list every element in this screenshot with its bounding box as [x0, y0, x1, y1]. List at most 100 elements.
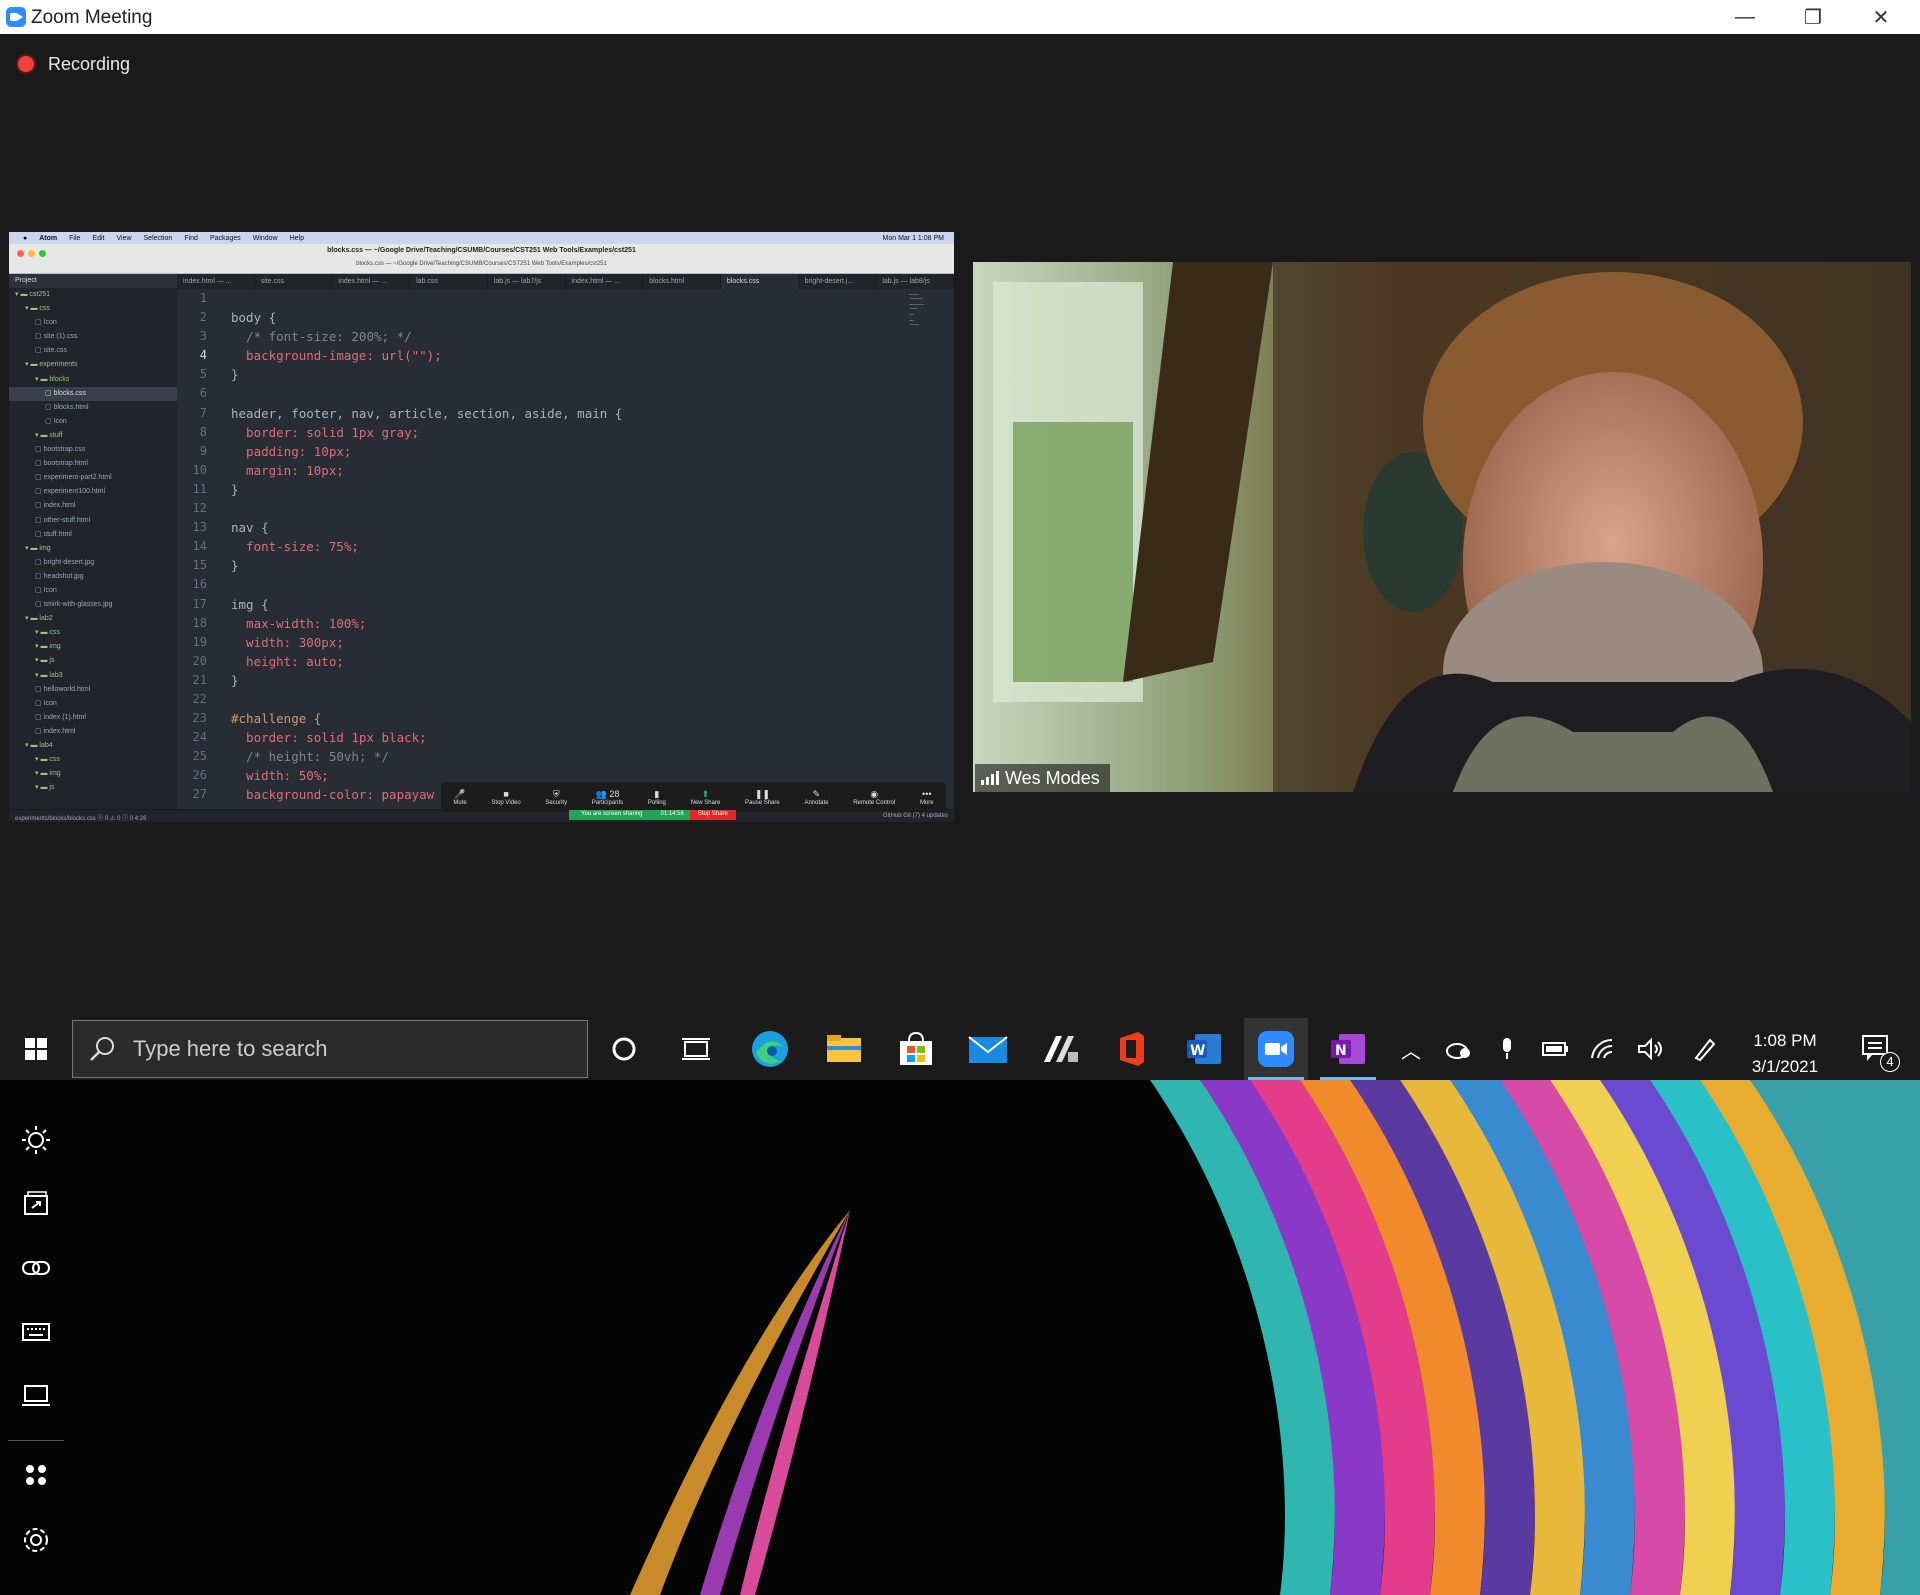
- participant-video[interactable]: [973, 262, 1911, 792]
- meeting-control-button[interactable]: ⬆ New Share: [691, 789, 721, 806]
- file-explorer-icon[interactable]: [812, 1018, 876, 1080]
- start-button[interactable]: [4, 1018, 68, 1080]
- tree-item[interactable]: ▾ ▬ blocks: [9, 373, 177, 387]
- show-hidden-icons-chevron-up-icon[interactable]: ︿: [1390, 1018, 1432, 1080]
- tree-item[interactable]: ▾ ▬ stuff: [9, 429, 177, 443]
- wifi-icon[interactable]: [1582, 1018, 1624, 1080]
- editor-tab[interactable]: blocks.css: [720, 274, 799, 289]
- pen-workspace-icon[interactable]: [1684, 1018, 1726, 1080]
- editor-tab[interactable]: index.html — ...: [332, 274, 411, 289]
- zoom-icon[interactable]: [1244, 1018, 1308, 1080]
- tree-item[interactable]: ▢ index (1).html: [9, 711, 177, 725]
- tree-item[interactable]: ▾ ▬ img: [9, 542, 177, 556]
- volume-icon[interactable]: [1630, 1018, 1672, 1080]
- meeting-control-button[interactable]: ••• More: [920, 789, 934, 806]
- editor-tab[interactable]: bright-desert.j...: [799, 274, 877, 289]
- restore-button[interactable]: ❐: [1780, 0, 1846, 34]
- microphone-icon[interactable]: [1486, 1018, 1528, 1080]
- meeting-control-button[interactable]: 🎤 Mute: [453, 789, 466, 806]
- settings-gear-icon[interactable]: [16, 1520, 56, 1560]
- tree-item[interactable]: ▾ ▬ cst251: [9, 288, 177, 302]
- store-icon[interactable]: [884, 1018, 948, 1080]
- tree-item[interactable]: ▢ index.html: [9, 725, 177, 739]
- meeting-control-button[interactable]: ❚❚ Pause Share: [745, 789, 780, 806]
- tree-item[interactable]: ▾ ▬ experiments: [9, 358, 177, 372]
- tree-item[interactable]: ▾ ▬ css: [9, 753, 177, 767]
- mac-menu-item[interactable]: File: [69, 235, 80, 242]
- mac-menu-item[interactable]: Help: [290, 235, 304, 242]
- mac-menu-item[interactable]: Packages: [210, 235, 241, 242]
- tree-item[interactable]: ▢ experiment100.html: [9, 485, 177, 499]
- laptop-icon[interactable]: [16, 1376, 56, 1416]
- meeting-control-button[interactable]: ◉ Remote Control: [853, 789, 895, 806]
- mac-menu-item[interactable]: Selection: [144, 235, 173, 242]
- meeting-control-button[interactable]: ▮ Polling: [648, 789, 666, 806]
- link-icon[interactable]: [16, 1248, 56, 1288]
- mail-icon[interactable]: [956, 1018, 1020, 1080]
- battery-icon[interactable]: [1534, 1018, 1576, 1080]
- editor-tab[interactable]: lab.js — lab7/js: [488, 274, 566, 289]
- tree-item[interactable]: ▢ other-stuff.html: [9, 514, 177, 528]
- mac-menu-item[interactable]: View: [116, 235, 131, 242]
- minimize-button[interactable]: —: [1712, 0, 1778, 34]
- onedrive-cloud-icon[interactable]: [1438, 1018, 1480, 1080]
- tree-item[interactable]: ▾ ▬ lab2: [9, 612, 177, 626]
- editor-tab[interactable]: index.html — ...: [566, 274, 644, 289]
- stop-share-button[interactable]: Stop Share: [689, 810, 736, 820]
- taskbar-search-box[interactable]: Type here to search: [72, 1020, 588, 1078]
- close-button[interactable]: ✕: [1848, 0, 1914, 34]
- tree-item[interactable]: ▢ smirk-with-glasses.jpg: [9, 598, 177, 612]
- tree-item[interactable]: ▢ site.css: [9, 344, 177, 358]
- tree-item[interactable]: ▢ Icon: [9, 584, 177, 598]
- tree-item[interactable]: ▾ ▬ js: [9, 781, 177, 795]
- office-icon[interactable]: [1100, 1018, 1164, 1080]
- brightness-icon[interactable]: [16, 1120, 56, 1160]
- meeting-control-button[interactable]: ⛨ Security: [545, 789, 567, 806]
- editor-tab[interactable]: lab.css: [410, 274, 488, 289]
- tree-item[interactable]: ▾ ▬ img: [9, 640, 177, 654]
- tree-item[interactable]: ▢ experiment-part2.html: [9, 471, 177, 485]
- tree-item[interactable]: ▾ ▬ lab3: [9, 669, 177, 683]
- editor-tab[interactable]: blocks.html: [643, 274, 721, 289]
- meeting-control-button[interactable]: ■ Stop Video: [491, 789, 520, 806]
- tree-item[interactable]: ▢ Icon: [9, 697, 177, 711]
- mac-menu-item[interactable]: Find: [184, 235, 198, 242]
- cortana-icon[interactable]: [592, 1018, 656, 1080]
- apps-dots-icon[interactable]: [16, 1455, 56, 1495]
- tree-item[interactable]: ▢ index.html: [9, 499, 177, 513]
- tree-item[interactable]: ▢ bright-desert.jpg: [9, 556, 177, 570]
- tree-item[interactable]: ▾ ▬ css: [9, 302, 177, 316]
- mac-menu-item[interactable]: Atom: [39, 235, 57, 242]
- recording-indicator[interactable]: Recording: [18, 52, 130, 76]
- code-editor[interactable]: body { /* font-size: 200%; */ background…: [231, 289, 911, 809]
- tree-item[interactable]: ▢ blocks.html: [9, 401, 177, 415]
- tree-item[interactable]: ▢ Icon: [9, 415, 177, 429]
- tree-item[interactable]: ▢ headshot.jpg: [9, 570, 177, 584]
- edge-icon[interactable]: [738, 1018, 802, 1080]
- tree-item[interactable]: ▢ blocks.css: [9, 386, 177, 401]
- tree-item[interactable]: ▢ helloworld.html: [9, 683, 177, 697]
- tree-item[interactable]: ▾ ▬ js: [9, 654, 177, 668]
- onenote-icon[interactable]: N: [1316, 1018, 1380, 1080]
- task-view-icon[interactable]: [664, 1018, 728, 1080]
- tree-item[interactable]: ▢ Icon: [9, 316, 177, 330]
- meeting-control-button[interactable]: 👥 28 Participants: [592, 789, 623, 806]
- taskbar-clock[interactable]: 1:08 PM 3/1/2021: [1735, 1028, 1835, 1080]
- tree-item[interactable]: ▢ site (1).css: [9, 330, 177, 344]
- mac-menu-item[interactable]: Window: [253, 235, 278, 242]
- notifications-button[interactable]: 4: [1848, 1018, 1908, 1080]
- tree-item[interactable]: ▾ ▬ css: [9, 626, 177, 640]
- mac-menu-item[interactable]: Edit: [92, 235, 104, 242]
- meeting-control-button[interactable]: ✎ Annotate: [804, 789, 828, 806]
- app-icon[interactable]: [1028, 1018, 1092, 1080]
- tree-item[interactable]: ▢ bootstrap.css: [9, 443, 177, 457]
- shared-screen[interactable]: ● Atom File Edit View Selection Find Packages W…: [9, 232, 954, 822]
- keyboard-icon[interactable]: [16, 1312, 56, 1352]
- tree-item[interactable]: ▢ stuff.html: [9, 528, 177, 542]
- editor-tab[interactable]: index.html — ...: [177, 274, 255, 289]
- word-icon[interactable]: W: [1172, 1018, 1236, 1080]
- editor-tab[interactable]: site.css: [255, 274, 333, 289]
- tree-item[interactable]: ▢ bootstrap.html: [9, 457, 177, 471]
- editor-tab[interactable]: lab.js — lab8/js: [876, 274, 954, 289]
- tree-item[interactable]: ▾ ▬ img: [9, 767, 177, 781]
